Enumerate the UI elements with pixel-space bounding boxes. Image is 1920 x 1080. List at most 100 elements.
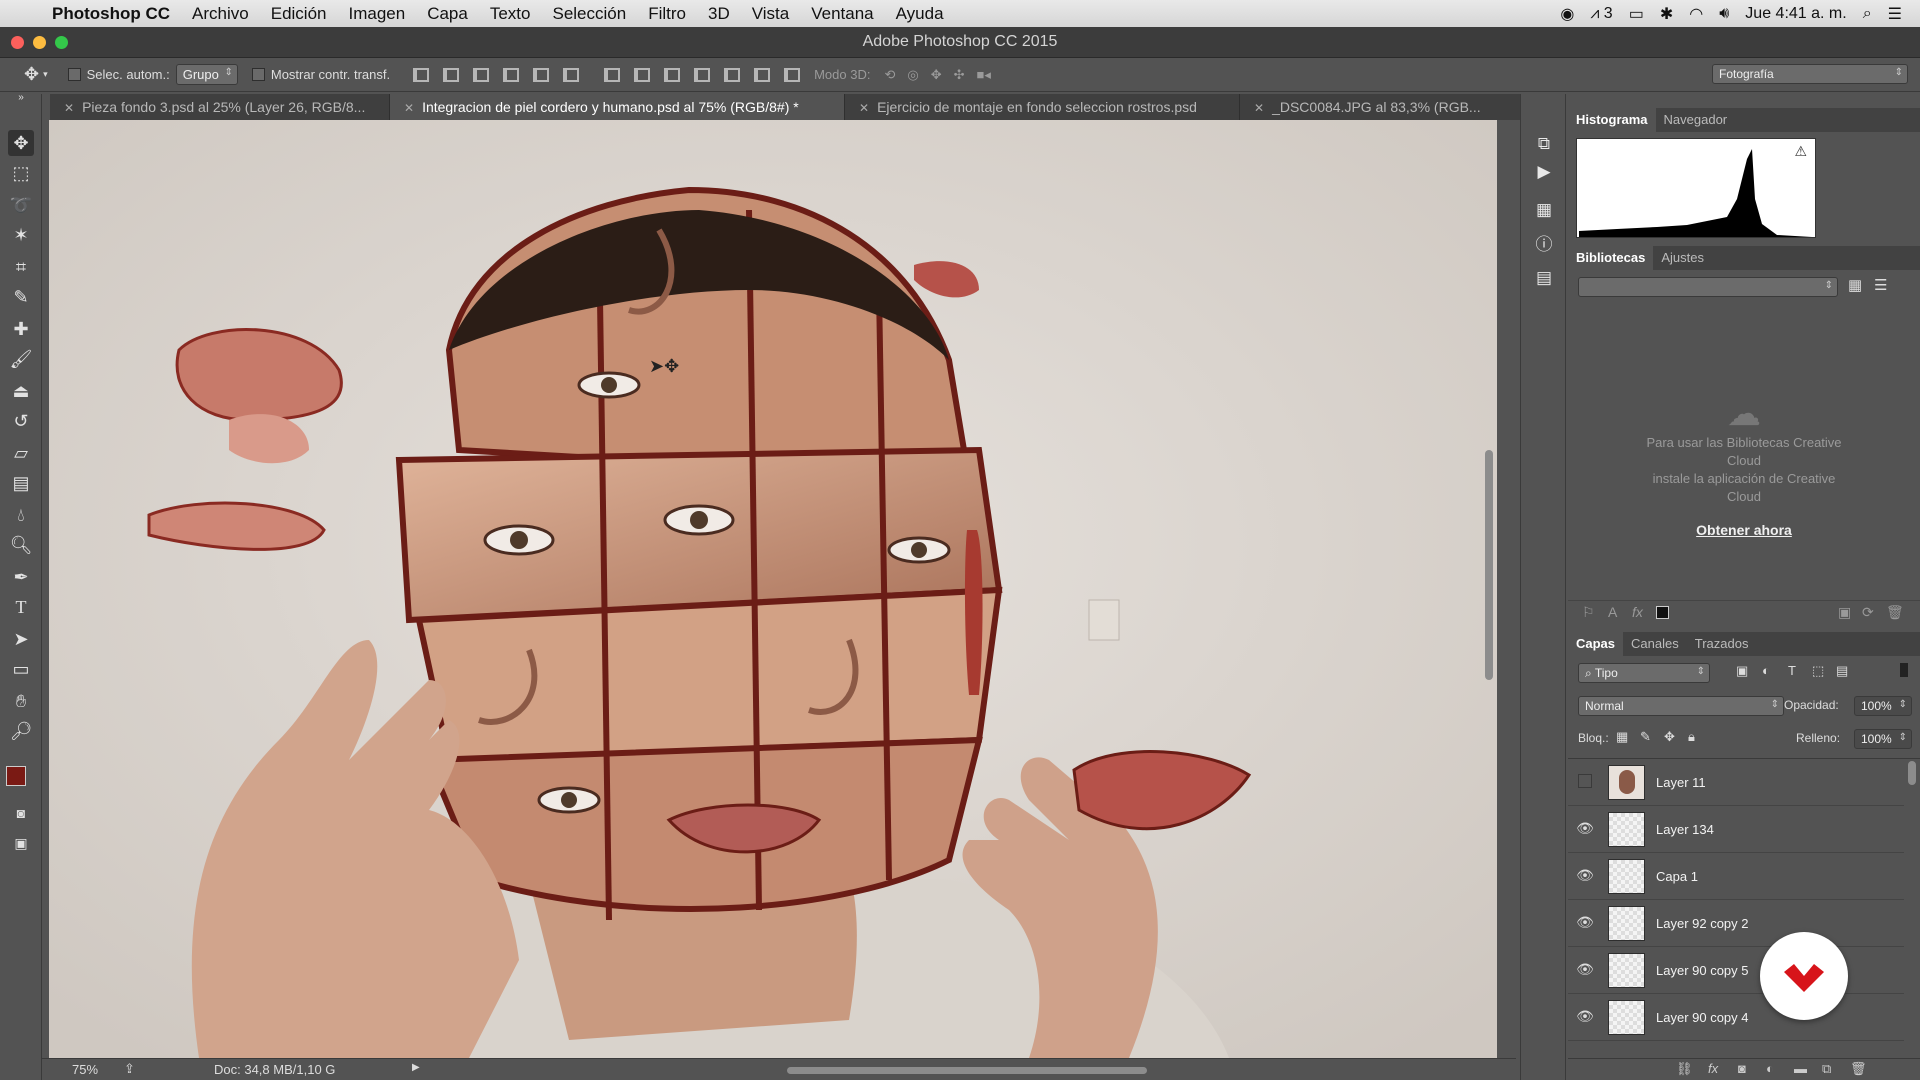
filter-toggle-icon[interactable] [1900, 663, 1908, 677]
info-panel-icon[interactable]: ⓘ [1532, 230, 1556, 254]
distribute-horizontal-center-icon[interactable] [724, 67, 741, 82]
menu-vista[interactable]: Vista [752, 4, 790, 24]
magic-wand-tool-icon[interactable]: ✶ [8, 222, 34, 248]
auto-select-checkbox[interactable] [67, 68, 81, 81]
lock-pixels-icon[interactable]: ✎ [1640, 729, 1651, 745]
filter-adjustment-icon[interactable]: ◐ [1762, 663, 1770, 678]
close-tab-icon[interactable]: ✕ [404, 101, 414, 115]
properties-panel-icon[interactable]: ▦ [1532, 200, 1556, 222]
tab-navegador[interactable]: Navegador [1656, 108, 1736, 132]
grid-view-icon[interactable]: ▦ [1848, 276, 1862, 294]
tab-histograma[interactable]: Histograma [1568, 108, 1656, 132]
eye-icon[interactable]: 👁︎ [1576, 867, 1594, 885]
close-tab-icon[interactable]: ✕ [859, 101, 869, 115]
path-selection-tool-icon[interactable]: ➤ [8, 626, 34, 652]
notification-center-icon[interactable]: ☰ [1888, 4, 1902, 24]
menu-filtro[interactable]: Filtro [648, 4, 686, 24]
new-adjustment-layer-icon[interactable]: ◐ [1766, 1061, 1774, 1076]
layer-row[interactable]: Layer 11 [1568, 759, 1904, 806]
gradient-tool-icon[interactable]: ▤ [8, 470, 34, 496]
align-top-icon[interactable] [413, 67, 430, 82]
character-style-icon[interactable]: ⚐ [1582, 604, 1595, 621]
new-layer-icon[interactable]: ⧉ [1822, 1061, 1831, 1077]
screen-mode-icon[interactable]: ▣ [8, 830, 34, 856]
bluetooth-icon[interactable]: ✱ [1660, 4, 1673, 24]
share-icon[interactable]: ⇪ [124, 1061, 135, 1077]
layer-filter-dropdown[interactable]: ⌕ Tipo [1578, 663, 1710, 683]
new-group-icon[interactable]: ▬ [1794, 1061, 1807, 1076]
collapse-toolbar-icon[interactable]: » [8, 92, 34, 104]
airplay-icon[interactable]: ▭ [1629, 4, 1644, 24]
layer-row[interactable]: 👁︎ Layer 90 copy 4 [1568, 994, 1904, 1041]
align-right-icon[interactable] [563, 67, 580, 82]
tab-capas[interactable]: Capas [1568, 632, 1624, 656]
menu-seleccion[interactable]: Selección [552, 4, 626, 24]
close-tab-icon[interactable]: ✕ [1254, 101, 1264, 115]
drag-3d-icon[interactable]: ✥ [931, 67, 942, 83]
layer-row[interactable]: 👁︎ Layer 92 copy 2 [1568, 900, 1904, 947]
layer-row[interactable]: 👁︎ Layer 90 copy 5 [1568, 947, 1904, 994]
document-tab-2[interactable]: ✕ Integracion de piel cordero y humano.ps… [390, 94, 845, 120]
list-view-icon[interactable]: ☰ [1874, 276, 1887, 294]
document-tab-3[interactable]: ✕ Ejercicio de montaje en fondo seleccion… [845, 94, 1240, 120]
menu-imagen[interactable]: Imagen [349, 4, 406, 24]
menu-edicion[interactable]: Edición [271, 4, 327, 24]
scale-3d-icon[interactable]: ■◂ [977, 67, 991, 83]
volume-icon[interactable]: 🔊︎ [1719, 5, 1729, 23]
add-mask-icon[interactable]: ◙ [1738, 1061, 1746, 1076]
tab-ajustes[interactable]: Ajustes [1653, 246, 1712, 270]
wifi-icon[interactable]: ◠ [1689, 4, 1703, 24]
move-tool-preset-icon[interactable]: ✥ [24, 64, 39, 85]
tab-canales[interactable]: Canales [1623, 632, 1687, 656]
zoom-level[interactable]: 75% [72, 1062, 98, 1077]
menu-3d[interactable]: 3D [708, 4, 730, 24]
distribute-right-icon[interactable] [754, 67, 771, 82]
layer-name[interactable]: Capa 1 [1656, 869, 1698, 884]
distribute-top-icon[interactable] [604, 67, 621, 82]
app-menu[interactable]: Photoshop CC [52, 4, 170, 24]
blend-mode-dropdown[interactable]: Normal [1578, 696, 1784, 716]
document-tab-4[interactable]: ✕ _DSC0084.JPG al 83,3% (RGB... [1240, 94, 1550, 120]
auto-align-layers-icon[interactable] [784, 67, 801, 82]
show-transform-checkbox[interactable] [251, 68, 265, 81]
distribute-vertical-center-icon[interactable] [634, 67, 651, 82]
layer-name[interactable]: Layer 90 copy 4 [1656, 1010, 1749, 1025]
align-bottom-icon[interactable] [473, 67, 490, 82]
eye-icon[interactable]: 👁︎ [1576, 914, 1594, 932]
hand-tool-icon[interactable]: ✋︎ [8, 688, 34, 714]
menu-capa[interactable]: Capa [427, 4, 468, 24]
pen-tool-icon[interactable]: ✒ [8, 564, 34, 590]
tab-bibliotecas[interactable]: Bibliotecas [1568, 246, 1654, 270]
healing-brush-tool-icon[interactable]: ✚ [8, 316, 34, 342]
layer-row[interactable]: 👁︎ Layer 134 [1568, 806, 1904, 853]
lock-transparent-icon[interactable]: ▦ [1616, 729, 1628, 745]
filter-shape-icon[interactable]: ⬚ [1812, 663, 1824, 679]
vertical-scrollbar[interactable] [1485, 450, 1493, 680]
record-icon[interactable]: ◉ [1560, 4, 1574, 24]
layer-comps-panel-icon[interactable]: ▤ [1532, 268, 1556, 290]
menu-ventana[interactable]: Ventana [811, 4, 873, 24]
layer-row[interactable]: 👁︎ Capa 1 [1568, 853, 1904, 900]
align-left-icon[interactable] [503, 67, 520, 82]
document-tab-1[interactable]: ✕ Pieza fondo 3.psd al 25% (Layer 26, RGB… [50, 94, 390, 120]
color-swatch-icon[interactable] [1656, 606, 1669, 619]
distribute-left-icon[interactable] [694, 67, 711, 82]
brush-tool-icon[interactable]: 🖌︎ [8, 346, 34, 372]
library-selector[interactable] [1578, 277, 1838, 297]
roll-3d-icon[interactable]: ◎ [907, 67, 918, 83]
filter-smart-object-icon[interactable]: ▤ [1836, 663, 1848, 679]
warning-triangle-icon[interactable]: ⚠ [1794, 143, 1807, 160]
menu-texto[interactable]: Texto [490, 4, 531, 24]
distribute-bottom-icon[interactable] [664, 67, 681, 82]
menu-archivo[interactable]: Archivo [192, 4, 249, 24]
slide-3d-icon[interactable]: ✣ [954, 67, 965, 83]
filter-pixel-icon[interactable]: ▣ [1736, 663, 1748, 679]
clone-stamp-tool-icon[interactable]: ⏏ [8, 378, 34, 404]
foreground-color-swatch[interactable] [6, 766, 26, 786]
lasso-tool-icon[interactable]: ➰ [8, 192, 34, 218]
auto-select-dropdown[interactable]: Grupo [175, 64, 238, 85]
spotlight-search-icon[interactable]: ⌕ [1863, 5, 1872, 23]
rotate-3d-icon[interactable]: ⟲ [884, 67, 895, 83]
delete-layer-icon[interactable]: 🗑︎ [1850, 1061, 1867, 1077]
status-menu-arrow-icon[interactable]: ▶ [412, 1062, 420, 1073]
